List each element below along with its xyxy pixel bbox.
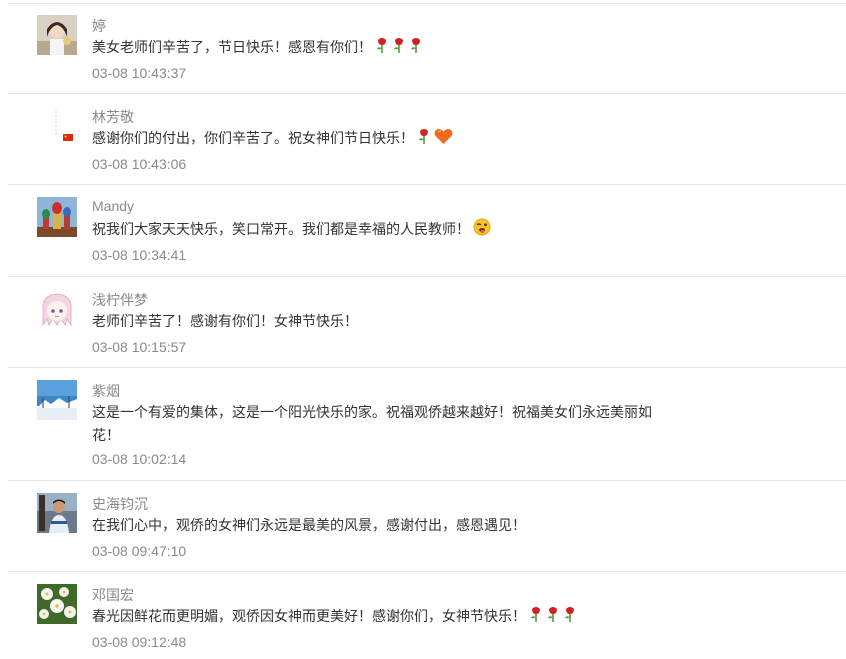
rose-icon	[529, 605, 543, 630]
avatar[interactable]	[37, 15, 77, 55]
comment-body: 春光因鲜花而更明媚，观侨因女神而更美好！感谢你们，女神节快乐！	[92, 608, 526, 625]
comment-timestamp: 03-08 10:15:57	[92, 339, 187, 355]
comment-body: 美女老师们辛苦了，节日快乐！感恩有你们！	[92, 39, 372, 56]
comment-text: 在我们心中，观侨的女神们永远是最美的风景，感谢付出，感恩遇见！	[92, 514, 666, 537]
comment-divider	[8, 184, 846, 185]
comment-body: 感谢你们的付出，你们辛苦了。祝女神们节日快乐！	[92, 130, 414, 147]
comment-timestamp: 03-08 10:02:14	[92, 451, 187, 467]
commenter-name[interactable]: 浅柠伴梦	[92, 290, 148, 310]
avatar[interactable]	[37, 493, 77, 533]
comment-timestamp: 03-08 09:47:10	[92, 543, 187, 559]
comment-divider	[8, 367, 846, 368]
commenter-name[interactable]: Mandy	[92, 198, 134, 214]
comment-item: 史海钧沉 在我们心中，观侨的女神们永远是最美的风景，感谢付出，感恩遇见！ 03-…	[8, 482, 846, 572]
comment-item: 邓国宏 春光因鲜花而更明媚，观侨因女神而更美好！感谢你们，女神节快乐！ 03-0…	[8, 573, 846, 659]
comment-body: 老师们辛苦了！感谢有你们！女神节快乐！	[92, 313, 358, 329]
comment-item: 浅柠伴梦 老师们辛苦了！感谢有你们！女神节快乐！ 03-08 10:15:57	[8, 278, 846, 368]
comment-text: 这是一个有爱的集体，这是一个阳光快乐的家。祝福观侨越来越好！祝福美女们永远美丽如…	[92, 401, 666, 447]
comment-text: 美女老师们辛苦了，节日快乐！感恩有你们！	[92, 36, 666, 61]
commenter-name[interactable]: 邓国宏	[92, 585, 134, 605]
comment-text: 祝我们大家天天快乐，笑口常开。我们都是幸福的人民教师！	[92, 218, 666, 243]
avatar[interactable]	[37, 289, 77, 329]
comment-item: 林芳敬 感谢你们的付出，你们辛苦了。祝女神们节日快乐！ 03-08 10:43:…	[8, 95, 846, 185]
avatar[interactable]	[37, 584, 77, 624]
comment-text: 老师们辛苦了！感谢有你们！女神节快乐！	[92, 310, 666, 333]
commenter-name[interactable]: 林芳敬	[92, 107, 134, 127]
comment-timestamp: 03-08 10:34:41	[92, 247, 187, 263]
wink-tongue-emoji-icon	[473, 218, 491, 243]
rose-icon	[392, 36, 406, 61]
comment-timestamp: 03-08 10:43:37	[92, 65, 187, 81]
rose-icon	[563, 605, 577, 630]
avatar[interactable]	[37, 106, 77, 146]
comment-text: 春光因鲜花而更明媚，观侨因女神而更美好！感谢你们，女神节快乐！	[92, 605, 666, 630]
rose-icon	[375, 36, 389, 61]
avatar[interactable]	[37, 197, 77, 237]
commenter-name[interactable]: 紫烟	[92, 381, 120, 401]
comment-divider	[8, 571, 846, 572]
comment-body: 祝我们大家天天快乐，笑口常开。我们都是幸福的人民教师！	[92, 221, 470, 238]
comment-body: 这是一个有爱的集体，这是一个阳光快乐的家。祝福观侨越来越好！祝福美女们永远美丽如…	[92, 404, 652, 443]
rose-icon	[546, 605, 560, 630]
comment-divider	[8, 480, 846, 481]
rose-icon	[409, 36, 423, 61]
comment-divider	[8, 93, 846, 94]
comment-item: 婷 美女老师们辛苦了，节日快乐！感恩有你们！ 03-08 10:43:37	[8, 4, 846, 94]
comment-item: 紫烟 这是一个有爱的集体，这是一个阳光快乐的家。祝福观侨越来越好！祝福美女们永远…	[8, 369, 846, 481]
comment-timestamp: 03-08 09:12:48	[92, 634, 187, 650]
comment-text: 感谢你们的付出，你们辛苦了。祝女神们节日快乐！	[92, 127, 666, 152]
comment-divider	[8, 276, 846, 277]
comment-body: 在我们心中，观侨的女神们永远是最美的风景，感谢付出，感恩遇见！	[92, 517, 526, 533]
rose-icon	[417, 127, 431, 152]
comment-item: Mandy 祝我们大家天天快乐，笑口常开。我们都是幸福的人民教师！ 03-08 …	[8, 186, 846, 277]
avatar[interactable]	[37, 380, 77, 420]
commenter-name[interactable]: 史海钧沉	[92, 494, 148, 514]
heart-icon	[434, 128, 453, 152]
comment-timestamp: 03-08 10:43:06	[92, 156, 187, 172]
commenter-name[interactable]: 婷	[92, 16, 106, 36]
